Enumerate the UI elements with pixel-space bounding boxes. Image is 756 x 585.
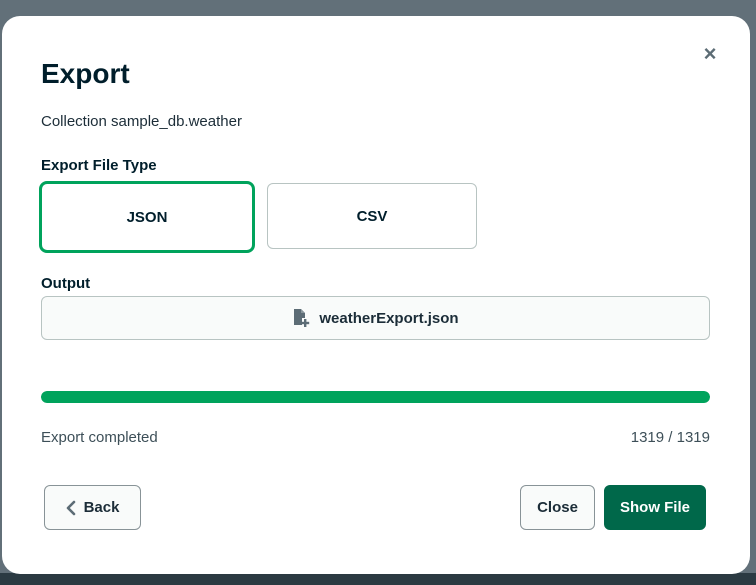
collection-subtitle: Collection sample_db.weather bbox=[41, 113, 242, 130]
export-file-type-label: Export File Type bbox=[41, 157, 157, 174]
export-modal: × Export Collection sample_db.weather Ex… bbox=[2, 16, 750, 574]
export-progress-fill bbox=[41, 391, 710, 403]
file-type-csv-option[interactable]: CSV bbox=[267, 183, 477, 249]
backdrop bbox=[0, 573, 756, 585]
show-file-button[interactable]: Show File bbox=[604, 485, 706, 530]
chevron-left-icon bbox=[66, 500, 76, 516]
file-type-json-label: JSON bbox=[126, 208, 168, 226]
back-button-label: Back bbox=[83, 499, 120, 516]
output-filename: weatherExport.json bbox=[319, 309, 459, 327]
close-icon[interactable]: × bbox=[700, 43, 720, 65]
back-button[interactable]: Back bbox=[44, 485, 141, 530]
close-button[interactable]: Close bbox=[520, 485, 595, 530]
file-add-icon bbox=[292, 308, 310, 328]
export-progress-bar bbox=[41, 391, 710, 403]
modal-title: Export bbox=[41, 58, 130, 89]
show-file-button-label: Show File bbox=[619, 499, 690, 516]
file-type-csv-label: CSV bbox=[356, 207, 388, 225]
export-status: Export completed bbox=[41, 429, 158, 446]
output-file-button[interactable]: weatherExport.json bbox=[41, 296, 710, 340]
close-button-label: Close bbox=[537, 499, 578, 516]
export-count: 1319 / 1319 bbox=[630, 429, 710, 446]
file-type-json-option[interactable]: JSON bbox=[39, 181, 255, 253]
output-label: Output bbox=[41, 275, 91, 292]
